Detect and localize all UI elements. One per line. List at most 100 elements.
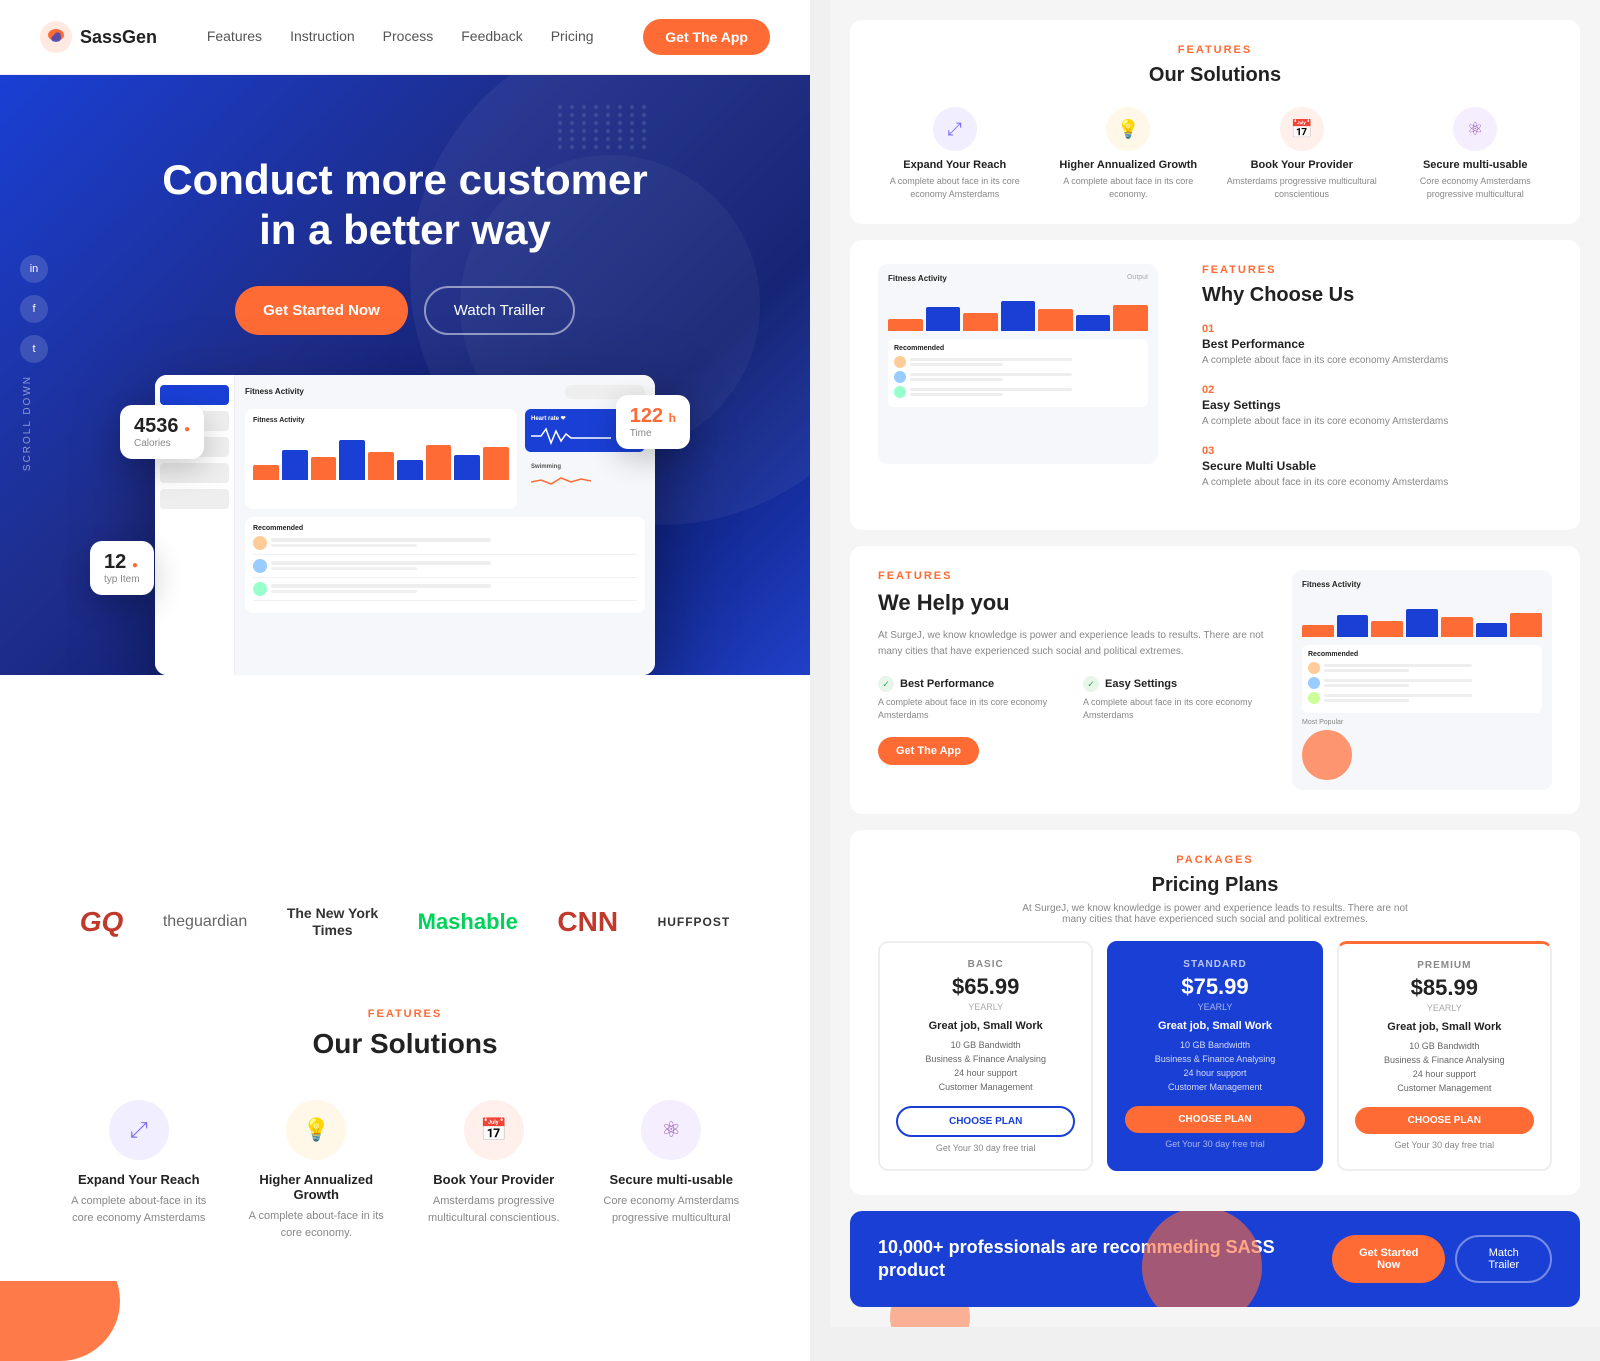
rp-why-section: Fitness Activity Output Recommended	[850, 240, 1580, 530]
get-app-button[interactable]: Get The App	[643, 19, 770, 55]
rp-help-screenshot: Fitness Activity Recommended	[1292, 570, 1552, 790]
rp-solutions-tag: FEATURES	[878, 44, 1552, 56]
fitness-chart: Fitness Activity	[245, 409, 517, 509]
pricing-grid: BASIC $65.99 YEARLY Great job, Small Wor…	[878, 941, 1552, 1171]
rp-sol-book: 📅 Book Your Provider Amsterdams progress…	[1225, 107, 1379, 200]
nav-pricing[interactable]: Pricing	[551, 28, 594, 44]
basic-label: Great job, Small Work	[896, 1020, 1075, 1032]
why-num-3: 03	[1202, 445, 1552, 457]
premium-choose-button[interactable]: CHOOSE PLAN	[1355, 1107, 1534, 1134]
dots-pattern: for(let i=0;i<48;i++) document.write('<d…	[558, 105, 650, 149]
navbar: SassGen Features Instruction Process Fee…	[0, 0, 810, 75]
rp-help-feature-1: ✓ Best Performance A complete about face…	[878, 676, 1067, 721]
premium-f1: 10 GB Bandwidth	[1355, 1041, 1534, 1051]
secure-desc: Core economy Amsterdams progressive mult…	[593, 1193, 751, 1226]
cta-buttons: Get Started Now Match Trailer	[1332, 1235, 1552, 1283]
features-grid: ⤢ Expand Your Reach A complete about-fac…	[60, 1100, 750, 1241]
premium-label: Great job, Small Work	[1355, 1021, 1534, 1033]
laptop-main: Fitness Activity Fitness Activity	[235, 375, 655, 675]
premium-price: $85.99	[1355, 975, 1534, 1001]
nav-process[interactable]: Process	[383, 28, 434, 44]
most-popular-label: Most Popular	[1302, 719, 1542, 726]
rp-growth-desc: A complete about face in its core econom…	[1052, 175, 1206, 200]
rp-why-tag: FEATURES	[1202, 264, 1552, 276]
rp-help-getapp-button[interactable]: Get The App	[878, 737, 979, 765]
twitter-icon[interactable]: t	[20, 335, 48, 363]
cta-started-button[interactable]: Get Started Now	[1332, 1235, 1445, 1283]
feature-expand: ⤢ Expand Your Reach A complete about-fac…	[60, 1100, 218, 1241]
rp-help-tag: FEATURES	[878, 570, 1272, 582]
why-item-2: 02 Easy Settings A complete about face i…	[1202, 384, 1552, 429]
rp-help-features: ✓ Best Performance A complete about face…	[878, 676, 1272, 721]
rp-growth-icon: 💡	[1106, 107, 1150, 151]
rp-perf-desc: A complete about face in its core econom…	[878, 696, 1067, 721]
premium-trial: Get Your 30 day free trial	[1355, 1140, 1534, 1150]
standard-choose-button[interactable]: CHOOSE PLAN	[1125, 1106, 1304, 1133]
growth-desc: A complete about-face in its core econom…	[238, 1208, 396, 1241]
expand-desc: A complete about-face in its core econom…	[60, 1193, 218, 1226]
rp-help-title: We Help you	[878, 590, 1272, 616]
rp-book-desc: Amsterdams progressive multicultural con…	[1225, 175, 1379, 200]
nav-feedback[interactable]: Feedback	[461, 28, 522, 44]
why-item-1: 01 Best Performance A complete about fac…	[1202, 323, 1552, 368]
growth-icon: 💡	[286, 1100, 346, 1160]
features-section: FEATURES Our Solutions ⤢ Expand Your Rea…	[0, 968, 810, 1281]
rp-help-section: FEATURES We Help you At SurgeJ, we know …	[850, 546, 1580, 814]
facebook-icon[interactable]: f	[20, 295, 48, 323]
rp-expand-title: Expand Your Reach	[878, 159, 1032, 171]
standard-f1: 10 GB Bandwidth	[1125, 1040, 1304, 1050]
brand-nyt: The New YorkTimes	[287, 905, 378, 939]
item-label: typ Item	[104, 574, 140, 585]
rp-pricing-desc: At SurgeJ, we know knowledge is power an…	[1015, 903, 1415, 925]
why-num-1: 01	[1202, 323, 1552, 335]
rp-pricing-section: PACKAGES Pricing Plans At SurgeJ, we kno…	[850, 830, 1580, 1195]
rp-pricing-tag: PACKAGES	[878, 854, 1552, 866]
expand-icon: ⤢	[109, 1100, 169, 1160]
why-desc-2: A complete about face in its core econom…	[1202, 415, 1552, 429]
linkedin-icon[interactable]: in	[20, 255, 48, 283]
standard-f2: Business & Finance Analysing	[1125, 1054, 1304, 1064]
logo-icon	[40, 21, 72, 53]
bottom-decoration	[0, 1281, 810, 1361]
secure-title: Secure multi-usable	[593, 1172, 751, 1187]
why-desc-3: A complete about face in its core econom…	[1202, 476, 1552, 490]
hero-content: Conduct more customer in a better way Ge…	[40, 135, 770, 335]
social-sidebar: in f t	[20, 255, 48, 363]
basic-choose-button[interactable]: CHOOSE PLAN	[896, 1106, 1075, 1137]
basic-trial: Get Your 30 day free trial	[896, 1143, 1075, 1153]
rp-pricing-title: Pricing Plans	[878, 874, 1552, 897]
rp-perf-title: Best Performance	[900, 678, 994, 690]
feature-growth: 💡 Higher Annualized Growth A complete ab…	[238, 1100, 396, 1241]
brand-name: SassGen	[80, 27, 157, 48]
rp-expand-desc: A complete about face in its core econom…	[878, 175, 1032, 200]
why-title-1: Best Performance	[1202, 337, 1552, 351]
float-card-calories: 4536 ● Calories	[120, 405, 204, 459]
brand-huffpost: HUFFPOST	[658, 915, 731, 929]
watch-trailer-button[interactable]: Watch Trailler	[424, 286, 575, 335]
why-title-3: Secure Multi Usable	[1202, 459, 1552, 473]
logo: SassGen	[40, 21, 157, 53]
basic-f4: Customer Management	[896, 1082, 1075, 1092]
cta-title: 10,000+ professionals are recommeding SA…	[878, 1236, 1332, 1283]
rp-why-title: Why Choose Us	[1202, 284, 1552, 307]
nav-instruction[interactable]: Instruction	[290, 28, 355, 44]
cta-trailer-button[interactable]: Match Trailer	[1455, 1235, 1552, 1283]
rp-secure-desc: Core economy Amsterdams progressive mult…	[1399, 175, 1553, 200]
hero-buttons: Get Started Now Watch Trailler	[40, 286, 770, 335]
rp-why-screenshot: Fitness Activity Output Recommended	[878, 264, 1158, 464]
settings-check-icon: ✓	[1083, 676, 1099, 692]
rp-why-content: Fitness Activity Output Recommended	[878, 264, 1552, 506]
cta-text: 10,000+ professionals are recommeding SA…	[878, 1236, 1332, 1283]
features-title: Our Solutions	[60, 1028, 750, 1060]
hero-bottom-space	[0, 675, 810, 875]
premium-f3: 24 hour support	[1355, 1069, 1534, 1079]
get-started-button[interactable]: Get Started Now	[235, 286, 408, 335]
premium-plan-name: PREMIUM	[1355, 960, 1534, 971]
standard-f4: Customer Management	[1125, 1082, 1304, 1092]
rp-solutions-grid: ⤢ Expand Your Reach A complete about fac…	[878, 107, 1552, 200]
nav-features[interactable]: Features	[207, 28, 262, 44]
rp-sol-secure: ⚛ Secure multi-usable Core economy Amste…	[1399, 107, 1553, 200]
premium-f4: Customer Management	[1355, 1083, 1534, 1093]
standard-period: YEARLY	[1125, 1002, 1304, 1012]
standard-f3: 24 hour support	[1125, 1068, 1304, 1078]
